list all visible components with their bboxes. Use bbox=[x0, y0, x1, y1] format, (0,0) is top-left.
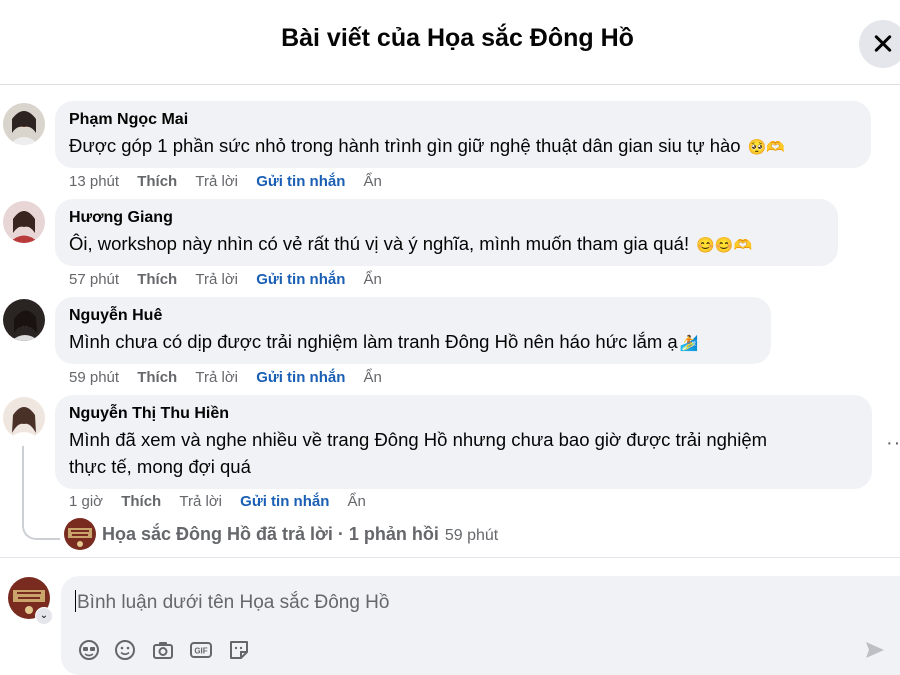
comment-time[interactable]: 59 phút bbox=[69, 369, 119, 386]
comment-actions: 1 giờ Thích Trả lời Gửi tin nhắn Ẩn bbox=[69, 493, 380, 510]
hide-button[interactable]: Ẩn bbox=[364, 369, 382, 386]
comment-bubble: Hương Giang Ôi, workshop này nhìn có vẻ … bbox=[55, 199, 838, 266]
reply-button[interactable]: Trả lời bbox=[195, 173, 238, 190]
reply-summary-text[interactable]: Họa sắc Đông Hồ đã trả lời · 1 phản hồi 5… bbox=[102, 524, 498, 545]
comment-author[interactable]: Nguyễn Thị Thu Hiền bbox=[69, 404, 857, 424]
avatar[interactable] bbox=[3, 397, 45, 439]
svg-text:GIF: GIF bbox=[194, 647, 207, 656]
send-message-button[interactable]: Gửi tin nhắn bbox=[240, 493, 329, 510]
hide-button[interactable]: Ẩn bbox=[364, 271, 382, 288]
emoji-icon[interactable] bbox=[113, 638, 137, 662]
comment-text: Mình chưa có dịp được trải nghiệm làm tr… bbox=[69, 328, 756, 357]
comment-text: Được góp 1 phần sức nhỏ trong hành trình… bbox=[69, 132, 856, 161]
reply-button[interactable]: Trả lời bbox=[195, 369, 238, 386]
comment-author[interactable]: Nguyễn Huê bbox=[69, 306, 756, 326]
reply-button[interactable]: Trả lời bbox=[195, 271, 238, 288]
send-message-button[interactable]: Gửi tin nhắn bbox=[256, 369, 345, 386]
comment-bubble: Phạm Ngọc Mai Được góp 1 phần sức nhỏ tr… bbox=[55, 101, 871, 168]
dialog-title: Bài viết của Họa sắc Đông Hồ bbox=[281, 24, 634, 52]
comment-time[interactable]: 57 phút bbox=[69, 271, 119, 288]
comment-text-body: Ôi, workshop này nhìn có vẻ rất thú vị v… bbox=[69, 233, 690, 254]
like-button[interactable]: Thích bbox=[137, 271, 177, 288]
comment-text-line: Mình đã xem và nghe nhiều về trang Đông … bbox=[69, 429, 768, 450]
comment-actions: 57 phút Thích Trả lời Gửi tin nhắn Ẩn bbox=[69, 271, 396, 288]
comment-text-body: Mình chưa có dịp được trải nghiệm làm tr… bbox=[69, 331, 678, 352]
comment-time[interactable]: 13 phút bbox=[69, 173, 119, 190]
send-message-button[interactable]: Gửi tin nhắn bbox=[256, 173, 345, 190]
sticker-icon[interactable] bbox=[227, 638, 251, 662]
reply-button[interactable]: Trả lời bbox=[179, 493, 222, 510]
like-button[interactable]: Thích bbox=[137, 369, 177, 386]
comment-author[interactable]: Hương Giang bbox=[69, 208, 823, 228]
like-button[interactable]: Thích bbox=[137, 173, 177, 190]
comment-author[interactable]: Phạm Ngọc Mai bbox=[69, 110, 856, 130]
like-button[interactable]: Thích bbox=[121, 493, 161, 510]
comment-bubble: Nguyễn Thị Thu Hiền Mình đã xem và nghe … bbox=[55, 395, 872, 489]
close-button[interactable] bbox=[859, 20, 900, 68]
comment-bubble: Nguyễn Huê Mình chưa có dịp được trải ng… bbox=[55, 297, 771, 364]
send-icon[interactable] bbox=[863, 638, 887, 662]
text-caret bbox=[75, 590, 76, 612]
camera-icon[interactable] bbox=[151, 638, 175, 662]
avatar[interactable] bbox=[3, 201, 45, 243]
gif-icon[interactable]: GIF bbox=[189, 638, 213, 662]
send-message-button[interactable]: Gửi tin nhắn bbox=[256, 271, 345, 288]
comment-text-body: Được góp 1 phần sức nhỏ trong hành trình… bbox=[69, 135, 741, 156]
emoji: 🥺🫶 bbox=[747, 138, 786, 156]
avatar-sticker-icon[interactable] bbox=[77, 638, 101, 662]
comment-time[interactable]: 1 giờ bbox=[69, 493, 103, 510]
hide-button[interactable]: Ẩn bbox=[364, 173, 382, 190]
emoji: 🏄 bbox=[679, 334, 699, 352]
comment-input[interactable]: Bình luận dưới tên Họa sắc Đông Hồ bbox=[75, 590, 389, 614]
avatar[interactable] bbox=[3, 299, 45, 341]
divider bbox=[0, 557, 900, 558]
comment-input-placeholder: Bình luận dưới tên Họa sắc Đông Hồ bbox=[77, 592, 390, 613]
dialog-header: Bài viết của Họa sắc Đông Hồ bbox=[0, 0, 900, 85]
comment-actions: 59 phút Thích Trả lời Gửi tin nhắn Ẩn bbox=[69, 369, 396, 386]
thread-connector bbox=[22, 446, 60, 540]
emoji: 😊😊🫶 bbox=[696, 236, 753, 254]
more-options-icon[interactable]: ··· bbox=[886, 432, 900, 455]
comment-text: Ôi, workshop này nhìn có vẻ rất thú vị v… bbox=[69, 230, 823, 259]
comment-composer[interactable]: Bình luận dưới tên Họa sắc Đông Hồ GIF bbox=[61, 576, 900, 675]
page-avatar bbox=[64, 518, 96, 550]
avatar[interactable] bbox=[3, 103, 45, 145]
comment-actions: 13 phút Thích Trả lời Gửi tin nhắn Ẩn bbox=[69, 173, 396, 190]
comment-text-line: thực tế, mong đợi quá bbox=[69, 456, 251, 477]
reply-summary-label: Họa sắc Đông Hồ đã trả lời · 1 phản hồi bbox=[102, 524, 439, 544]
reply-summary-time: 59 phút bbox=[444, 527, 499, 544]
chevron-down-icon[interactable]: ⌄ bbox=[35, 607, 53, 625]
hide-button[interactable]: Ẩn bbox=[348, 493, 366, 510]
